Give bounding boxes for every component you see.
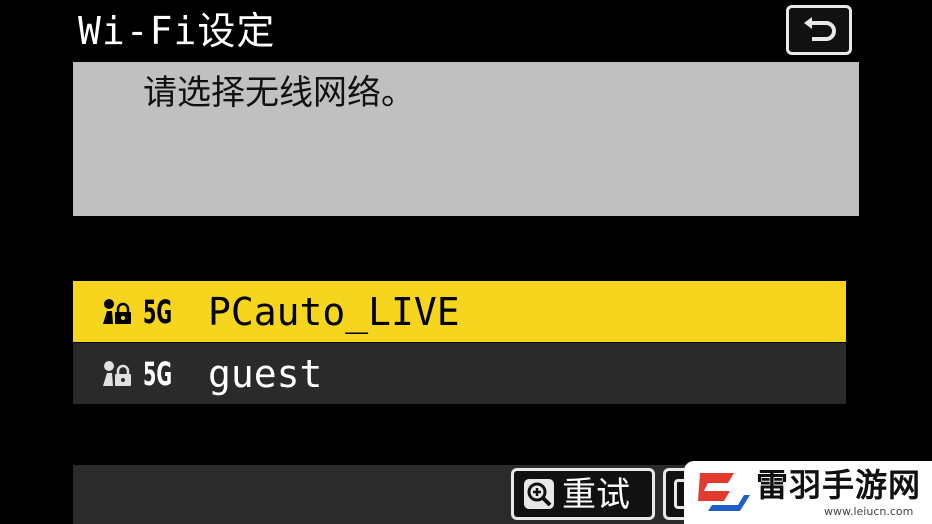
title-bar: Wi-Fi设定	[0, 0, 932, 62]
band-label: 5G	[143, 355, 173, 393]
watermark: 雷羽手游网 www.leiucn.com	[684, 461, 932, 524]
secured-network-icon	[103, 361, 131, 386]
retry-button[interactable]: 重试	[511, 468, 655, 520]
retry-label: 重试	[562, 475, 630, 515]
return-arrow-icon	[804, 17, 836, 41]
band-label: 5G	[143, 293, 173, 331]
instruction-text: 请选择无线网络。	[143, 73, 415, 113]
watermark-name: 雷羽手游网	[756, 466, 922, 504]
secured-network-icon	[103, 299, 131, 324]
network-ssid: PCauto_LIVE	[208, 290, 460, 334]
network-list: 5G PCauto_LIVE 5G guest	[73, 281, 846, 405]
page-title: Wi-Fi设定	[78, 9, 276, 53]
message-panel: 请选择无线网络。	[73, 62, 859, 216]
network-row-pcauto-live[interactable]: 5G PCauto_LIVE	[73, 281, 846, 342]
network-row-guest[interactable]: 5G guest	[73, 343, 846, 404]
zoom-in-icon	[524, 479, 554, 509]
back-button[interactable]	[786, 5, 852, 55]
watermark-logo-icon	[698, 473, 750, 511]
watermark-url: www.leiucn.com	[824, 505, 914, 518]
network-ssid: guest	[208, 352, 323, 396]
